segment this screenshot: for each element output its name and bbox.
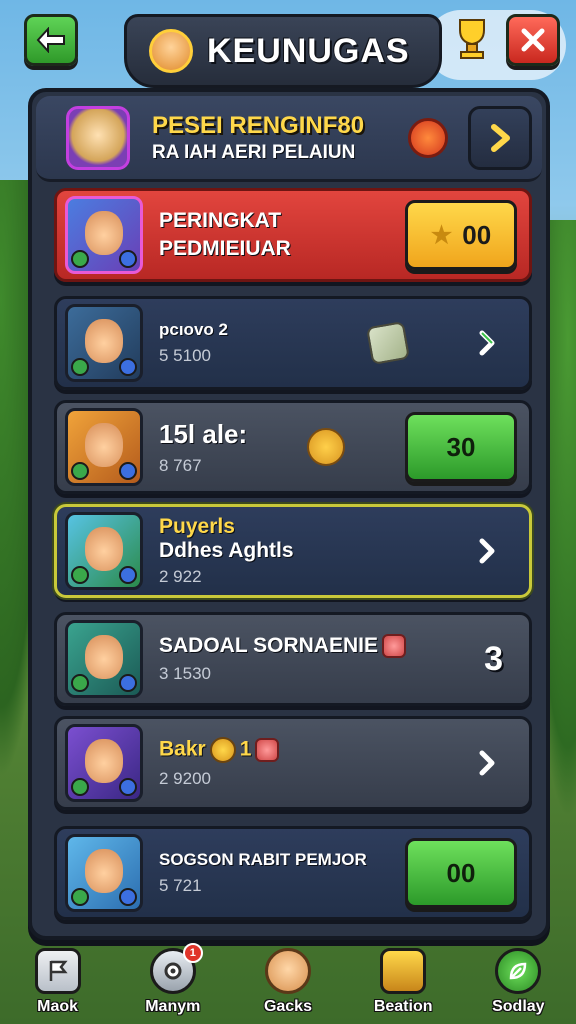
player-avatar: [65, 724, 143, 802]
leaderboard-row-5[interactable]: SADOAL SORNAENIE 3 1530 3: [54, 612, 532, 706]
row-name: pcıovo 2: [159, 320, 228, 339]
row-next-button[interactable]: [467, 323, 507, 363]
claim-button-value: 00: [462, 219, 492, 250]
map-scroll-icon: [365, 320, 411, 366]
row-name-line1: Puyerls: [159, 515, 235, 538]
hero-face-icon: [264, 948, 311, 994]
fire-badge-icon: [408, 117, 448, 158]
title-avatar-icon: [149, 29, 193, 73]
nav-item-beation[interactable]: Beation: [353, 948, 453, 1016]
claim-button[interactable]: ★ 00: [405, 200, 517, 270]
player-avatar: [65, 834, 143, 912]
bottom-nav: Maok 1 Manym Gacks Beation Sodlay: [0, 940, 576, 1024]
panel-header: PESEI RENGINF80 RA IAH AERI PELAIUN: [36, 96, 542, 182]
row-score: 2 9200: [159, 769, 211, 788]
player-avatar: [65, 620, 143, 698]
leaderboard-row-7[interactable]: SOGSON RABIT PEMJOR 5 721 00: [54, 826, 532, 920]
treasure-icon: [380, 948, 427, 994]
row-name-line1: PERINGKAT: [159, 209, 282, 232]
cake-icon: [381, 634, 406, 659]
page-title: KEUNUGAS: [207, 31, 410, 70]
row-name-suffix: 1: [239, 737, 252, 761]
row-score: 3 1530: [159, 664, 211, 684]
header-next-button[interactable]: [468, 105, 532, 170]
close-icon: [521, 28, 545, 52]
player-avatar: [65, 196, 143, 274]
row-name-text: SADOAL SORNAENIE: [159, 633, 378, 657]
coin-icon: [209, 737, 236, 763]
trophy-icon[interactable]: [452, 16, 492, 60]
nav-item-sodlay[interactable]: Sodlay: [468, 948, 568, 1016]
leaderboard-panel: PESEI RENGINF80 RA IAH AERI PELAIUN PERI…: [28, 88, 550, 940]
row-score: 8 767: [159, 455, 202, 475]
title-plate: KEUNUGAS: [124, 14, 442, 88]
player-avatar: [65, 408, 143, 486]
header-avatar-icon: [66, 105, 130, 170]
leaderboard-row-4[interactable]: Puyerls Ddhes Aghtls 2 922: [54, 504, 532, 598]
nav-label: Manym: [145, 998, 201, 1015]
row-score: 2 922: [159, 567, 202, 586]
leaf-icon: [495, 948, 542, 994]
back-button[interactable]: [24, 14, 78, 66]
leaderboard-row-6[interactable]: Bakr 1 2 9200: [54, 716, 532, 810]
star-icon: ★: [430, 221, 453, 249]
notification-badge: 1: [182, 943, 203, 963]
row-name-text: Bakr: [159, 737, 206, 761]
leaderboard-row-2[interactable]: pcıovo 2 5 5100: [54, 296, 532, 390]
panel-header-title: PESEI RENGINF80: [152, 111, 365, 139]
nav-item-maok[interactable]: Maok: [8, 948, 108, 1016]
row-next-button[interactable]: [467, 743, 507, 783]
chevron-right-icon: [491, 123, 510, 152]
player-avatar: [65, 512, 143, 590]
claim-button-value: 00: [446, 857, 476, 888]
row-next-button[interactable]: [467, 531, 507, 571]
close-button[interactable]: [506, 14, 560, 66]
row-score: 5 5100: [159, 346, 211, 365]
gift-icon: [255, 738, 280, 762]
claim-button[interactable]: 30: [405, 412, 517, 482]
chevron-right-icon: [479, 750, 495, 776]
chevron-right-icon: [479, 538, 495, 564]
gear-icon: 1: [149, 943, 203, 994]
leaderboard-row-1[interactable]: PERINGKAT PEDMIEIUAR ★ 00: [54, 188, 532, 282]
rank-number: 3: [484, 639, 503, 678]
nav-label: Gacks: [263, 998, 312, 1015]
row-name: Bakr 1: [159, 737, 467, 763]
player-avatar: [65, 304, 143, 382]
claim-button[interactable]: 00: [405, 838, 517, 908]
row-name: SOGSON RABIT PEMJOR: [159, 850, 367, 869]
arrow-left-icon: [36, 27, 65, 53]
row-name: SADOAL SORNAENIE: [159, 633, 484, 659]
claim-button-value: 30: [446, 431, 476, 462]
nav-label: Maok: [37, 998, 79, 1015]
row-name-line2: PEDMIEIUAR: [159, 237, 291, 260]
row-score: 5 721: [159, 876, 202, 895]
row-name: 15l ale:: [159, 418, 248, 449]
nav-label: Beation: [373, 998, 433, 1015]
leaderboard-row-3[interactable]: 15l ale: 8 767 30: [54, 400, 532, 494]
chevron-right-icon: [479, 330, 495, 356]
flag-icon: [34, 948, 81, 994]
panel-header-subtitle: RA IAH AERI PELAIUN: [152, 141, 356, 163]
crown-icon: [307, 428, 345, 466]
row-name-line2: Ddhes Aghtls: [159, 539, 294, 562]
nav-label: Sodlay: [492, 998, 545, 1015]
nav-item-manym[interactable]: 1 Manym: [123, 943, 223, 1016]
nav-item-gacks[interactable]: Gacks: [238, 948, 338, 1016]
